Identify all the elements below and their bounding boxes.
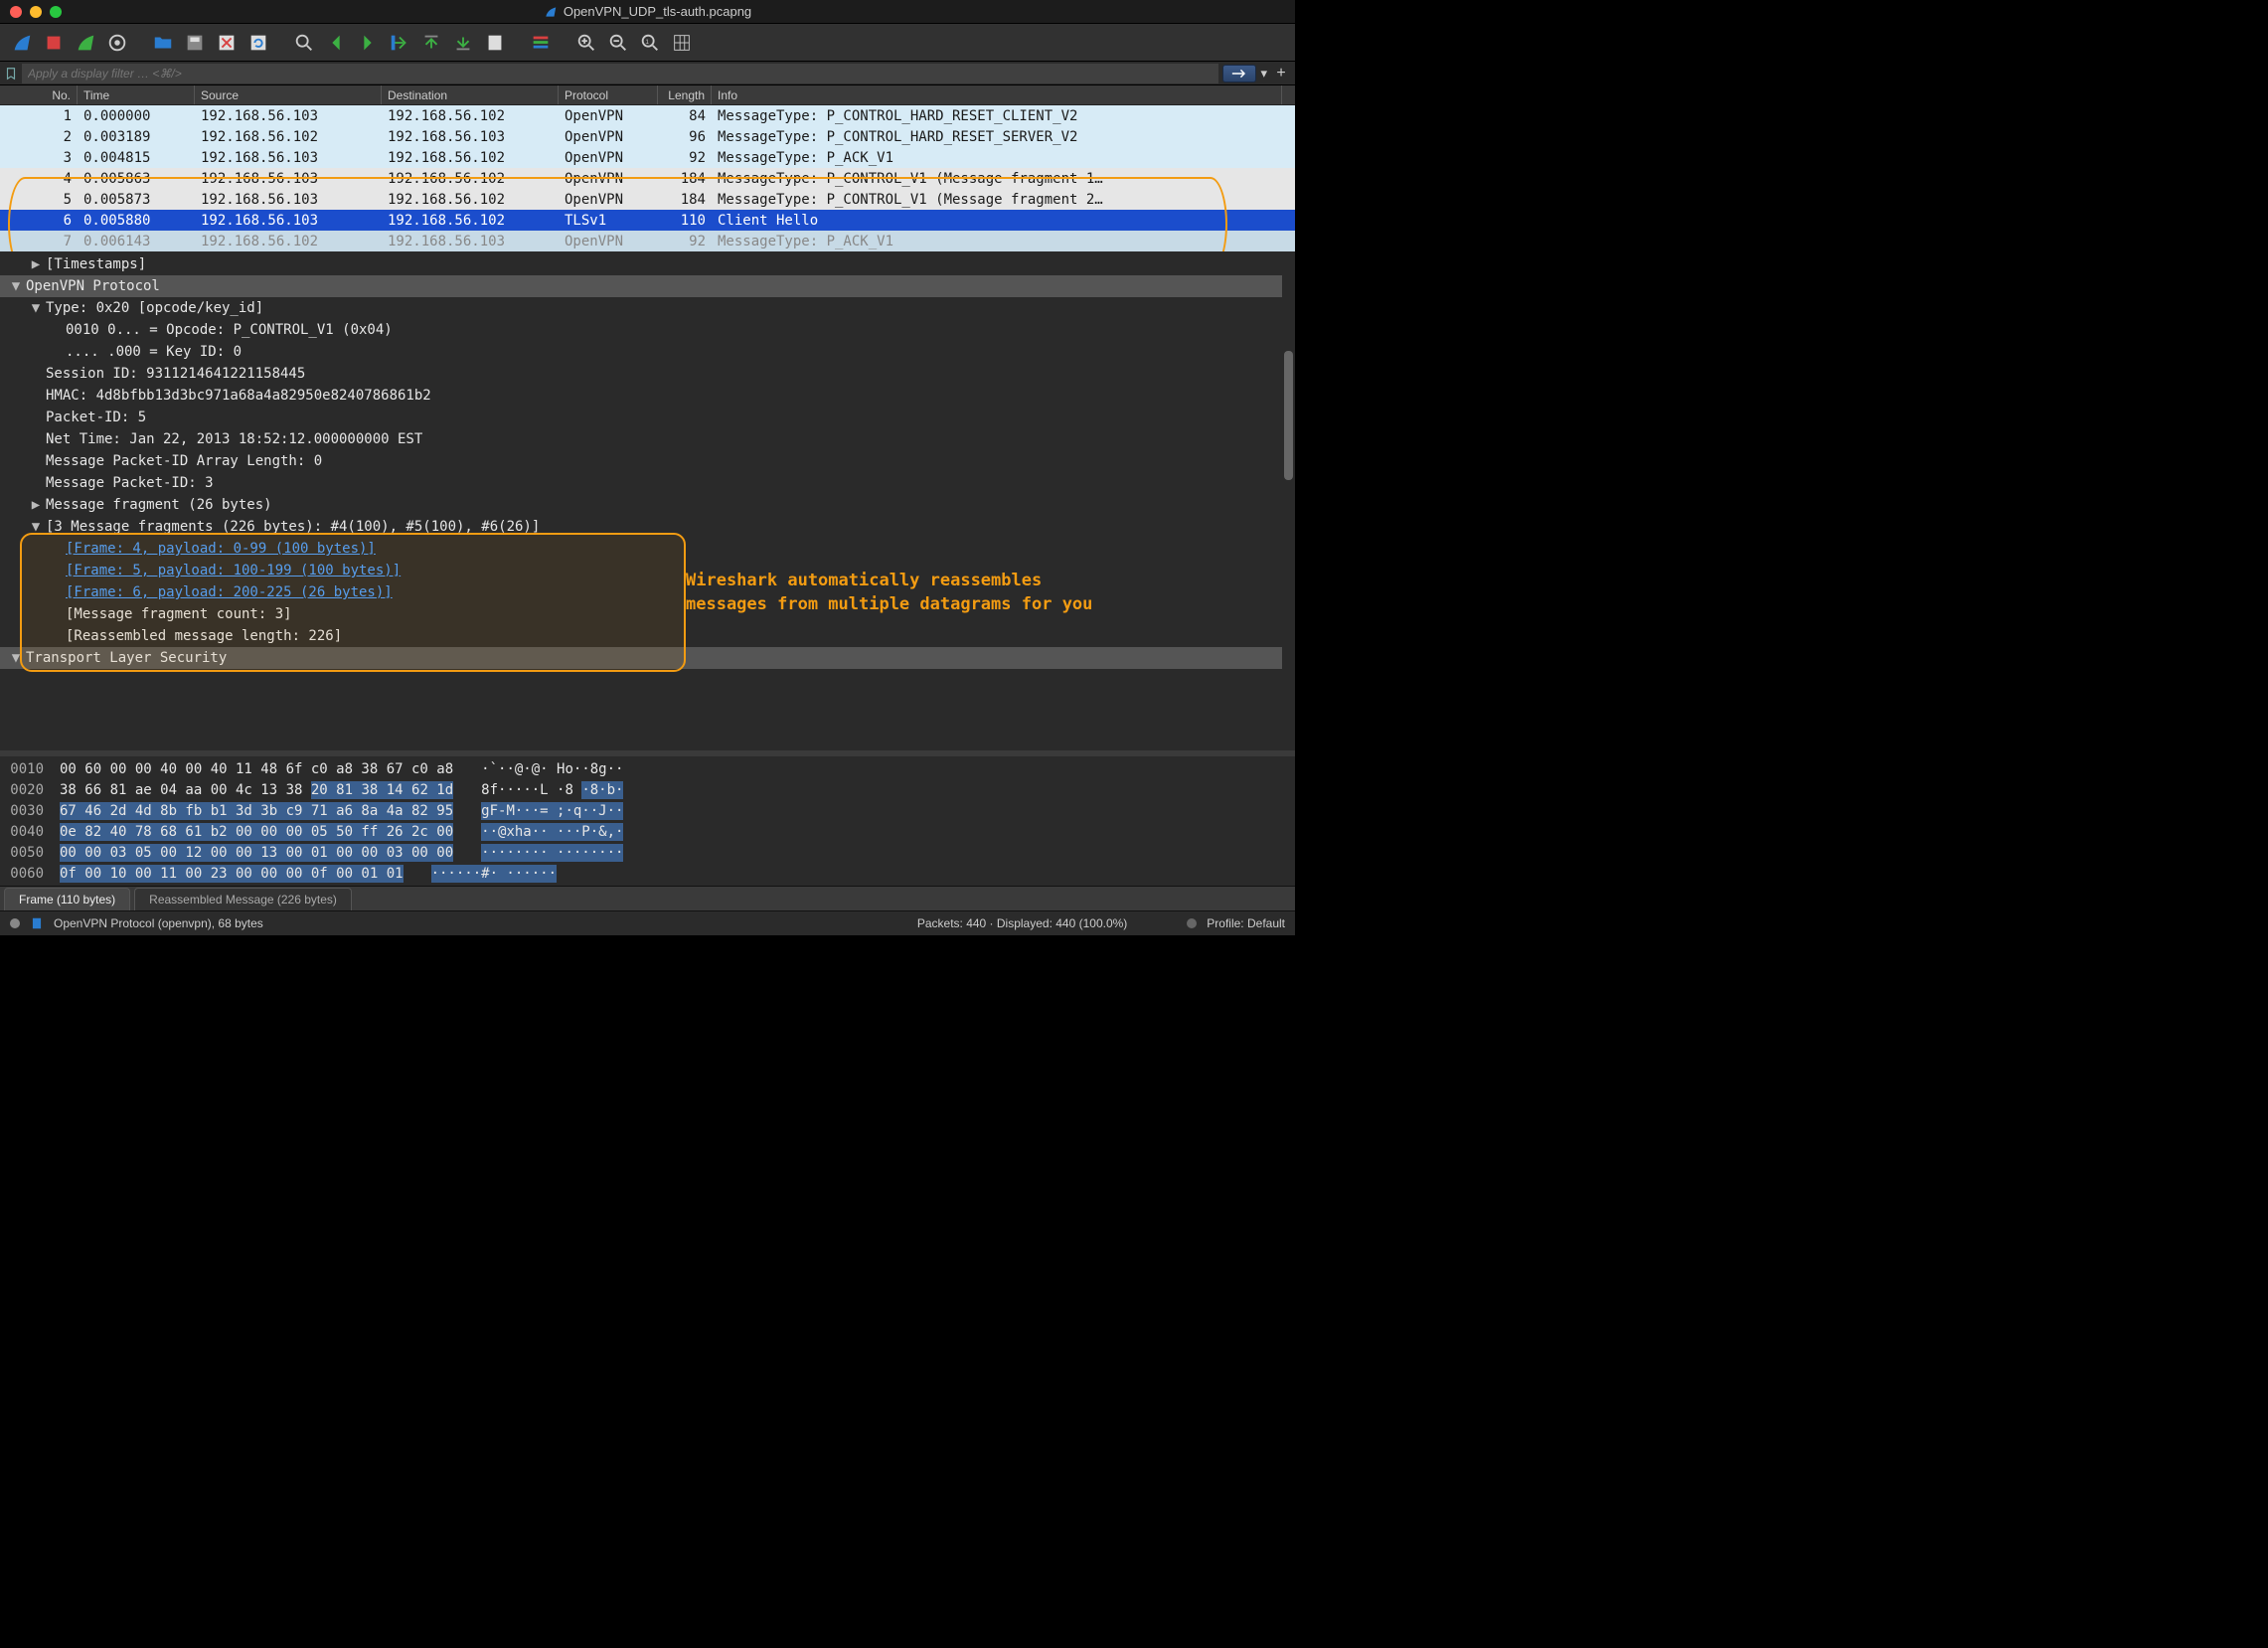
display-filter-input[interactable]: [22, 64, 1218, 83]
detail-line[interactable]: ▶[Timestamps]: [0, 253, 1295, 275]
packet-row[interactable]: 10.000000192.168.56.103192.168.56.102Ope…: [0, 105, 1295, 126]
col-length: Length: [658, 85, 712, 104]
packet-row[interactable]: 40.005863192.168.56.103192.168.56.102Ope…: [0, 168, 1295, 189]
detail-line[interactable]: Message Packet-ID: 3: [0, 472, 1295, 494]
svg-text:1: 1: [645, 38, 649, 45]
expand-icon[interactable]: ▶: [26, 256, 46, 272]
expand-icon[interactable]: ▶: [26, 497, 46, 513]
close-window-button[interactable]: [10, 6, 22, 18]
detail-line[interactable]: ▼Type: 0x20 [opcode/key_id]: [0, 297, 1295, 319]
go-to-packet-button[interactable]: [386, 29, 413, 57]
packet-row[interactable]: 30.004815192.168.56.103192.168.56.102Ope…: [0, 147, 1295, 168]
hex-row[interactable]: 001000 60 00 00 40 00 40 11 48 6f c0 a8 …: [0, 758, 1295, 779]
bookmark-icon[interactable]: [4, 67, 18, 81]
annotation-reassembly-label: Wireshark automatically reassembles mess…: [686, 570, 1093, 617]
packet-bytes-pane[interactable]: 001000 60 00 00 40 00 40 11 48 6f c0 a8 …: [0, 756, 1295, 886]
zoom-in-button[interactable]: [572, 29, 600, 57]
collapse-icon[interactable]: ▼: [6, 278, 26, 294]
packet-row[interactable]: 20.003189192.168.56.102192.168.56.103Ope…: [0, 126, 1295, 147]
start-capture-button[interactable]: [8, 29, 36, 57]
wireshark-fin-icon: [544, 5, 558, 19]
go-back-button[interactable]: [322, 29, 350, 57]
col-time: Time: [78, 85, 195, 104]
tab-reassembled[interactable]: Reassembled Message (226 bytes): [134, 888, 352, 910]
status-bar: OpenVPN Protocol (openvpn), 68 bytes Pac…: [0, 911, 1295, 935]
main-toolbar: 1: [0, 24, 1295, 62]
hex-row[interactable]: 002038 66 81 ae 04 aa 00 4c 13 38 20 81 …: [0, 779, 1295, 800]
hex-row[interactable]: 003067 46 2d 4d 8b fb b1 3d 3b c9 71 a6 …: [0, 800, 1295, 821]
stop-capture-button[interactable]: [40, 29, 68, 57]
packet-row[interactable]: 70.006143192.168.56.102192.168.56.103Ope…: [0, 231, 1295, 251]
bytes-tab-bar: Frame (110 bytes) Reassembled Message (2…: [0, 886, 1295, 911]
protocol-header-openvpn[interactable]: ▼OpenVPN Protocol: [0, 275, 1295, 297]
col-no: No.: [0, 85, 78, 104]
annotation-reassembly-box: [20, 533, 686, 672]
packet-row[interactable]: 60.005880192.168.56.103192.168.56.102TLS…: [0, 210, 1295, 231]
close-file-button[interactable]: [213, 29, 241, 57]
hex-row[interactable]: 005000 00 03 05 00 12 00 00 13 00 01 00 …: [0, 842, 1295, 863]
status-profile[interactable]: Profile: Default: [1207, 916, 1285, 930]
go-to-last-button[interactable]: [449, 29, 477, 57]
capture-file-properties-icon[interactable]: [30, 916, 44, 930]
detail-line[interactable]: Net Time: Jan 22, 2013 18:52:12.00000000…: [0, 428, 1295, 450]
apply-filter-button[interactable]: [1222, 65, 1256, 82]
packet-row[interactable]: 50.005873192.168.56.103192.168.56.102Ope…: [0, 189, 1295, 210]
detail-line[interactable]: Packet-ID: 5: [0, 407, 1295, 428]
zoom-reset-button[interactable]: 1: [636, 29, 664, 57]
col-destination: Destination: [382, 85, 559, 104]
detail-line[interactable]: Session ID: 9311214641221158445: [0, 363, 1295, 385]
packet-details-pane[interactable]: ▶[Timestamps] ▼OpenVPN Protocol ▼Type: 0…: [0, 251, 1295, 750]
detail-line[interactable]: ▶Message fragment (26 bytes): [0, 494, 1295, 516]
col-protocol: Protocol: [559, 85, 658, 104]
display-filter-bar: ▾ +: [0, 62, 1295, 85]
col-info: Info: [712, 85, 1282, 104]
restart-capture-button[interactable]: [72, 29, 99, 57]
resize-columns-button[interactable]: [668, 29, 696, 57]
packet-list-body[interactable]: 10.000000192.168.56.103192.168.56.102Ope…: [0, 105, 1295, 251]
tab-frame[interactable]: Frame (110 bytes): [4, 888, 130, 910]
find-packet-button[interactable]: [290, 29, 318, 57]
capture-options-button[interactable]: [103, 29, 131, 57]
save-file-button[interactable]: [181, 29, 209, 57]
minimize-window-button[interactable]: [30, 6, 42, 18]
profile-indicator-icon: [1187, 918, 1197, 928]
go-to-first-button[interactable]: [417, 29, 445, 57]
expert-info-icon[interactable]: [10, 918, 20, 928]
zoom-window-button[interactable]: [50, 6, 62, 18]
window-controls: [10, 6, 62, 18]
go-forward-button[interactable]: [354, 29, 382, 57]
hex-row[interactable]: 00400e 82 40 78 68 61 b2 00 00 00 05 50 …: [0, 821, 1295, 842]
reload-file-button[interactable]: [244, 29, 272, 57]
auto-scroll-button[interactable]: [481, 29, 509, 57]
detail-line[interactable]: HMAC: 4d8bfbb13d3bc971a68a4a82950e824078…: [0, 385, 1295, 407]
detail-line[interactable]: 0010 0... = Opcode: P_CONTROL_V1 (0x04): [0, 319, 1295, 341]
filter-dropdown-icon[interactable]: ▾: [1260, 66, 1267, 82]
details-scrollbar[interactable]: [1282, 251, 1295, 750]
detail-line[interactable]: Message Packet-ID Array Length: 0: [0, 450, 1295, 472]
status-selected-field: OpenVPN Protocol (openvpn), 68 bytes: [54, 916, 263, 930]
packet-list-header[interactable]: No. Time Source Destination Protocol Len…: [0, 85, 1295, 105]
status-packet-count: Packets: 440 · Displayed: 440 (100.0%): [917, 916, 1127, 930]
detail-line[interactable]: .... .000 = Key ID: 0: [0, 341, 1295, 363]
hex-row[interactable]: 00600f 00 10 00 11 00 23 00 00 00 0f 00 …: [0, 863, 1295, 884]
window-title: OpenVPN_UDP_tls-auth.pcapng: [0, 4, 1295, 19]
colorize-button[interactable]: [527, 29, 555, 57]
collapse-icon[interactable]: ▼: [26, 300, 46, 316]
open-file-button[interactable]: [149, 29, 177, 57]
zoom-out-button[interactable]: [604, 29, 632, 57]
title-bar: OpenVPN_UDP_tls-auth.pcapng: [0, 0, 1295, 24]
packet-list-pane: No. Time Source Destination Protocol Len…: [0, 85, 1295, 251]
col-source: Source: [195, 85, 382, 104]
add-filter-button[interactable]: +: [1271, 64, 1291, 83]
